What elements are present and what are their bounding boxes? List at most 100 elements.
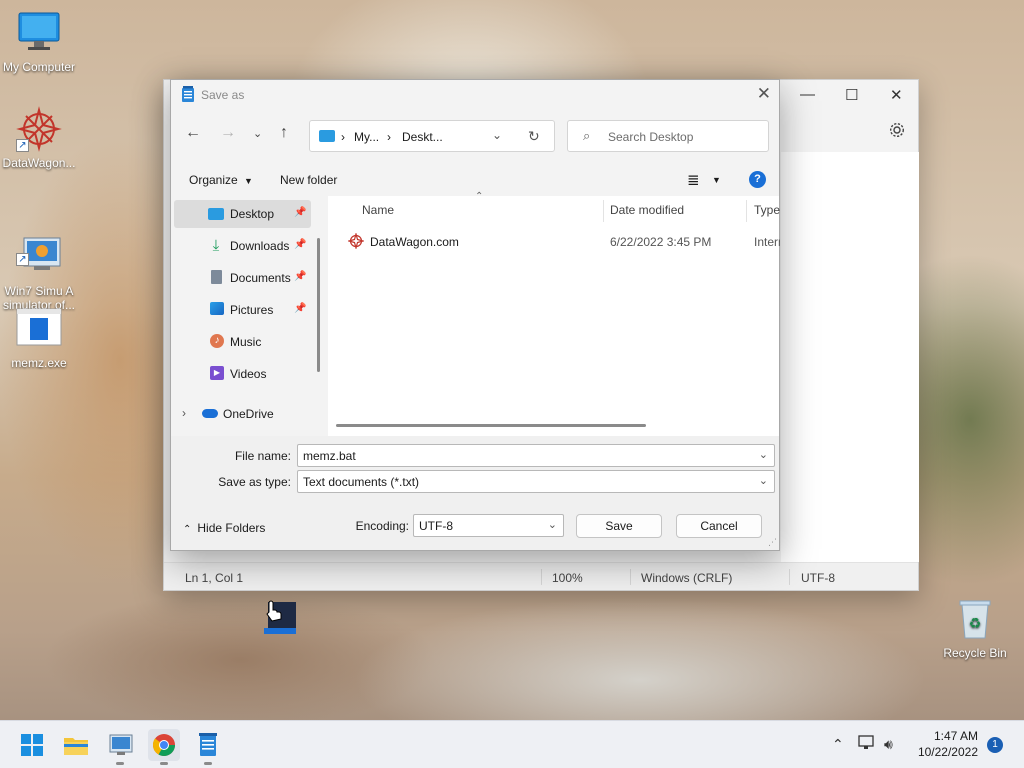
network-icon[interactable] [858, 734, 876, 755]
desktop-icon-recycle-bin[interactable]: ♻ Recycle Bin [934, 596, 1016, 660]
chevron-down-icon[interactable]: ⌄ [759, 448, 768, 461]
minimize-button[interactable]: — [800, 86, 815, 103]
column-header-type[interactable]: Type [754, 203, 780, 217]
organize-label: Organize [189, 173, 238, 187]
new-folder-button[interactable]: New folder [280, 173, 337, 187]
status-encoding: UTF-8 [801, 571, 835, 585]
status-divider [789, 569, 790, 585]
volume-icon[interactable]: 🔊︎ [884, 736, 893, 753]
taskbar-chrome[interactable] [148, 729, 180, 765]
nav-item-desktop[interactable]: Desktop 📌 [174, 200, 311, 228]
notepad-icon [199, 733, 217, 756]
column-divider[interactable] [746, 200, 747, 222]
address-dropdown-icon[interactable]: ⌄ [492, 128, 502, 142]
breadcrumb-separator-icon: › [387, 130, 391, 144]
forward-arrow-icon[interactable]: → [220, 124, 236, 142]
nav-item-music[interactable]: ♪ Music [174, 328, 311, 356]
maximize-button[interactable]: ☐ [845, 86, 858, 104]
pin-icon: 📌 [294, 303, 307, 314]
breadcrumb-segment[interactable]: My... [354, 130, 379, 144]
save-as-dialog: Save as ✕ ← → ⌄ ↑ › My... › Deskt... ⌄ ↻… [170, 79, 780, 551]
breadcrumb-separator-icon: › [341, 130, 345, 144]
search-input[interactable]: Search Desktop [608, 130, 693, 144]
dialog-titlebar[interactable]: Save as ✕ [171, 80, 779, 110]
clock-time: 1:47 AM [933, 729, 978, 743]
windows-logo-icon [21, 734, 43, 756]
column-header-date[interactable]: Date modified [610, 203, 684, 217]
navigation-pane: Desktop 📌 ⤓ Downloads 📌 Documents 📌 Pict… [171, 196, 324, 436]
search-box[interactable]: ⌕ Search Desktop [567, 120, 769, 152]
nav-item-pictures[interactable]: Pictures 📌 [174, 296, 311, 324]
address-bar[interactable]: › My... › Deskt... ⌄ ↻ [309, 120, 555, 152]
desktop-icon-label: memz.exe [11, 356, 67, 370]
resize-grip-icon[interactable]: ⋰ [768, 537, 777, 548]
internet-shortcut-icon [346, 231, 366, 252]
desktop-icon-my-computer[interactable]: My Computer [0, 10, 80, 74]
nav-item-onedrive[interactable]: › OneDrive [174, 400, 311, 428]
save-type-label: Save as type: [218, 475, 291, 489]
view-dropdown-icon[interactable]: ▼ [712, 175, 721, 185]
save-type-value: Text documents (*.txt) [303, 475, 420, 489]
desktop-location-icon [319, 130, 335, 142]
chevron-down-icon: ▼ [244, 176, 253, 186]
datawagon-logo-icon: ↗ [16, 106, 62, 152]
browser-area: Desktop 📌 ⤓ Downloads 📌 Documents 📌 Pict… [171, 191, 780, 436]
sort-indicator-icon: ⌃ [475, 191, 484, 202]
editor-area[interactable] [781, 152, 919, 562]
nav-item-documents[interactable]: Documents 📌 [174, 264, 311, 292]
refresh-icon[interactable]: ↻ [528, 128, 540, 145]
music-note-icon: ♪ [210, 334, 224, 348]
status-line-endings: Windows (CRLF) [641, 571, 733, 585]
win7-simulator-icon: ↗ [16, 220, 62, 270]
picture-icon [210, 302, 224, 315]
encoding-select[interactable]: UTF-8 ⌄ [413, 514, 564, 537]
tray-overflow-chevron-icon[interactable]: ⌃ [832, 736, 844, 753]
video-icon: ▶ [210, 366, 224, 380]
monitor-icon [16, 10, 62, 56]
system-clock[interactable]: 1:47 AM 10/22/2022 [918, 728, 978, 760]
help-icon[interactable]: ? [749, 171, 766, 188]
back-arrow-icon[interactable]: ← [185, 124, 201, 142]
organize-button[interactable]: Organize ▼ [189, 173, 253, 187]
recent-locations-chevron-icon[interactable]: ⌄ [253, 127, 262, 140]
file-type: Intern [754, 235, 780, 249]
chevron-down-icon: ⌄ [758, 475, 768, 487]
navigation-scrollbar[interactable] [317, 238, 320, 372]
pin-icon: 📌 [294, 207, 307, 218]
notepad-app-icon [181, 86, 195, 106]
nav-item-downloads[interactable]: ⤓ Downloads 📌 [174, 232, 311, 260]
taskbar-notepad[interactable] [192, 729, 224, 765]
save-type-select[interactable]: Text documents (*.txt) ⌄ [297, 470, 775, 493]
start-button[interactable] [16, 729, 48, 761]
close-button[interactable]: ✕ [890, 86, 903, 104]
up-arrow-icon[interactable]: ↑ [280, 124, 288, 142]
desktop-icon-memz[interactable]: memz.exe [0, 306, 80, 370]
save-button[interactable]: Save [576, 514, 662, 538]
settings-gear-icon[interactable] [888, 121, 906, 142]
cancel-button[interactable]: Cancel [676, 514, 762, 538]
view-options-icon[interactable]: ≣ [687, 171, 700, 189]
file-name: DataWagon.com [370, 235, 459, 249]
chevron-up-icon: ⌃ [183, 524, 192, 535]
file-name-label: File name: [234, 449, 291, 463]
taskbar-file-explorer[interactable] [60, 729, 92, 761]
taskbar-win7-simulator[interactable] [104, 729, 136, 765]
column-header-name[interactable]: Name [362, 203, 394, 217]
dialog-close-button[interactable]: ✕ [757, 84, 771, 104]
column-divider[interactable] [603, 200, 604, 222]
save-options: File name: memz.bat ⌄ Save as type: Text… [171, 436, 779, 550]
desktop-folder-icon [208, 208, 224, 220]
breadcrumb-segment[interactable]: Deskt... [402, 130, 443, 144]
drag-cursor-icon [264, 600, 296, 636]
desktop-icon-datawagon[interactable]: ↗ DataWagon... [0, 106, 80, 170]
status-divider [541, 569, 542, 585]
hide-folders-button[interactable]: ⌃ Hide Folders [183, 521, 265, 535]
expand-chevron-icon[interactable]: › [182, 406, 186, 420]
running-indicator [116, 762, 124, 765]
dialog-title: Save as [201, 88, 245, 102]
horizontal-scrollbar[interactable] [336, 424, 646, 427]
notification-badge[interactable]: 1 [987, 737, 1003, 753]
file-name-field[interactable]: memz.bat ⌄ [297, 444, 775, 467]
win7-simulator-icon [109, 734, 133, 755]
nav-item-videos[interactable]: ▶ Videos [174, 360, 311, 388]
